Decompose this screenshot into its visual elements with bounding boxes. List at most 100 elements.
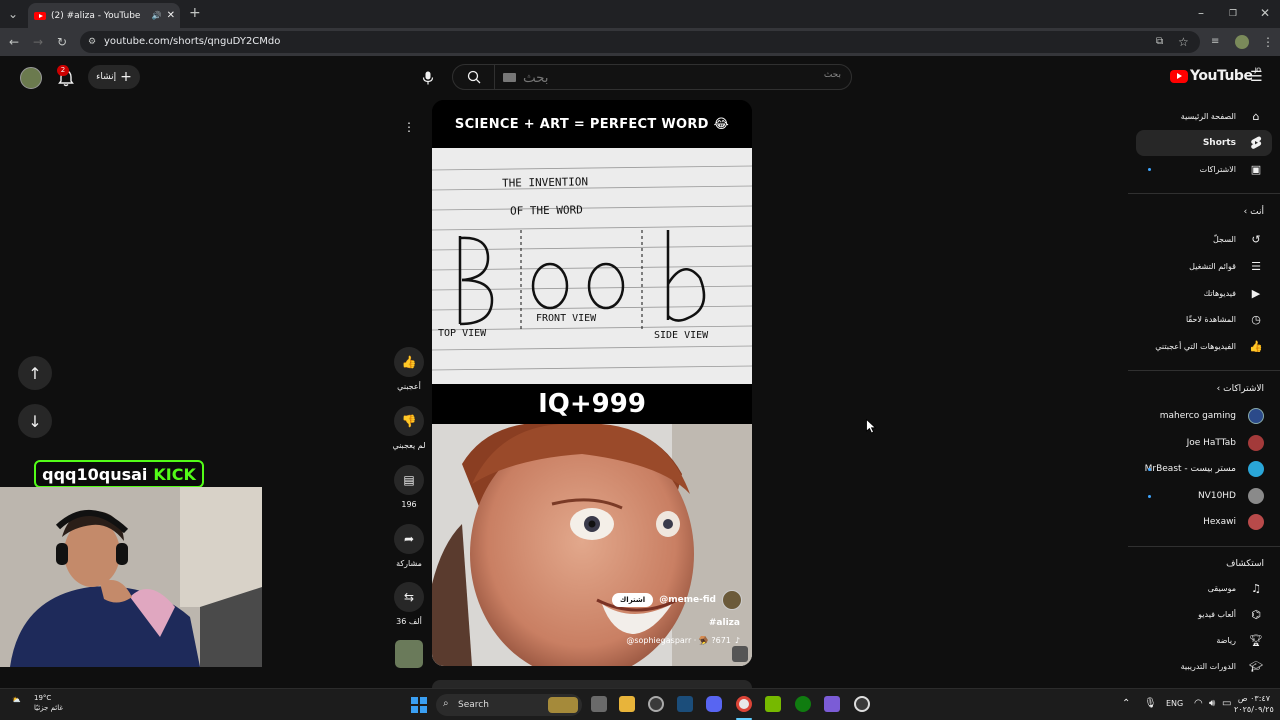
shorts-icon	[1248, 135, 1264, 151]
start-icon-tile	[411, 706, 418, 713]
you-section-header[interactable]: ‹ أنت	[1136, 207, 1264, 217]
sound-remix-thumbnail[interactable]	[395, 640, 423, 668]
obs-icon[interactable]	[648, 696, 664, 712]
tray-mic-icon[interactable]: 🎙︎	[1144, 698, 1157, 709]
new-tab-icon[interactable]: +	[189, 6, 201, 20]
share-button[interactable]: ➦	[394, 524, 424, 554]
taskbar-search[interactable]: ⌕ Search	[436, 694, 582, 716]
bookmark-star-icon[interactable]: ☆	[1178, 35, 1189, 49]
previous-short-button[interactable]: ↑	[18, 356, 52, 390]
minimize-icon[interactable]: –	[1198, 6, 1204, 20]
like-button[interactable]: 👍	[394, 347, 424, 377]
weather-cloud-icon: ⛅	[12, 696, 21, 704]
notification-badge: 2	[57, 65, 69, 76]
url-text: youtube.com/shorts/qnguDY2CMdo	[104, 36, 281, 47]
notifications-button[interactable]: 2	[56, 65, 76, 88]
volume-icon[interactable]: 🔊︎	[1209, 698, 1215, 709]
language-indicator[interactable]: ENG	[1166, 699, 1183, 708]
sidebar-item-playlists[interactable]: قوائم التشغيل ☰	[1136, 253, 1272, 279]
keyboard-icon[interactable]	[503, 73, 516, 82]
tab-audio-icon[interactable]: 🔊	[152, 11, 162, 20]
next-short-button[interactable]: ↓	[18, 404, 52, 438]
sidebar-item-sports[interactable]: رياضة 🏆︎	[1136, 627, 1272, 653]
dislike-button[interactable]: 👎	[394, 406, 424, 436]
sidebar-item-watch-later[interactable]: المشاهدة لاحقًا ◷	[1136, 306, 1272, 332]
subscribe-button[interactable]: اشتراك	[611, 593, 654, 607]
subscription-item[interactable]: Joe HaTTab	[1136, 430, 1272, 456]
app-icon[interactable]	[854, 696, 870, 712]
battery-icon[interactable]: ▭	[1222, 698, 1231, 709]
short-video-player[interactable]: SCIENCE + ART = PERFECT WORD 😂 THE INVEN…	[432, 100, 752, 666]
next-short-preview	[432, 680, 752, 688]
sidebar-item-history[interactable]: السجلّ ↺	[1136, 226, 1272, 252]
task-view-icon[interactable]	[591, 696, 607, 712]
sidebar-item-subscriptions[interactable]: الاشتراكات ▣	[1136, 156, 1272, 182]
create-button[interactable]: إنشاء +	[88, 65, 140, 89]
back-icon[interactable]: ←	[9, 35, 19, 49]
channel-row: اشتراك @meme-fid	[611, 590, 742, 610]
window-close-icon[interactable]: ✕	[1260, 6, 1270, 20]
guide-menu-icon[interactable]: ☰	[1250, 70, 1263, 84]
hashtag-link[interactable]: #aliza	[709, 618, 740, 628]
account-avatar[interactable]	[20, 67, 42, 89]
system-clock[interactable]: ٠٣:٤٧ ص ٢٠٢٥/٠٩/٢٥	[1234, 693, 1274, 715]
sidebar-item-label: الفيديوهات التي أعجبتني	[1155, 341, 1236, 351]
tab-search-icon[interactable]: ⌄	[8, 7, 18, 21]
sidebar-item-your-videos[interactable]: فيديوهاتك ▶	[1136, 280, 1272, 306]
taskbar-search-label: Search	[458, 700, 489, 710]
more-options-button[interactable]: ⋮	[394, 112, 424, 142]
channel-avatar[interactable]	[722, 590, 742, 610]
temperature: 19°C	[34, 694, 52, 702]
subscription-item[interactable]: maherco gaming	[1136, 403, 1272, 429]
sidebar-item-courses[interactable]: الدورات التدريبية 🎓︎	[1136, 653, 1272, 679]
channel-handle[interactable]: @meme-fid	[659, 595, 716, 605]
browser-tab[interactable]: (2) #aliza - YouTube 🔊 ✕	[28, 3, 180, 28]
clock-date: ٢٠٢٥/٠٩/٢٥	[1234, 705, 1274, 714]
nvidia-icon[interactable]	[765, 696, 781, 712]
forward-icon[interactable]: →	[33, 35, 43, 49]
search-input[interactable]	[523, 68, 773, 86]
profile-avatar[interactable]	[1235, 35, 1249, 49]
sidebar-item-home[interactable]: الصفحة الرئيسية ⌂	[1136, 103, 1272, 129]
media-control-icon[interactable]: ≡	[1211, 35, 1219, 49]
steam-icon[interactable]	[677, 696, 693, 712]
restore-icon[interactable]: ❐	[1229, 7, 1237, 21]
file-explorer-icon[interactable]	[619, 696, 635, 712]
browser-tab-bar: ⌄ (2) #aliza - YouTube 🔊 ✕ + – ❐ ✕	[0, 0, 1280, 28]
search-button[interactable]	[453, 65, 495, 89]
reload-icon[interactable]: ↻	[57, 35, 67, 49]
video-editor-icon[interactable]	[824, 696, 840, 712]
sidebar-item-shorts[interactable]: Shorts	[1136, 130, 1272, 156]
search-box[interactable]: بحث	[452, 64, 852, 90]
sidebar-item-label: الصفحة الرئيسية	[1180, 111, 1236, 121]
sound-link[interactable]: @sophiegasparr · 🪤 ?671 ♪	[626, 636, 740, 645]
sidebar-item-liked-videos[interactable]: الفيديوهات التي أعجبتني 👍	[1136, 333, 1272, 359]
subscriptions-section-header[interactable]: ‹ الاشتراكات	[1136, 384, 1264, 394]
chrome-icon[interactable]	[736, 696, 752, 712]
browser-menu-icon[interactable]: ⋮	[1262, 35, 1274, 49]
wifi-icon[interactable]: ◠	[1194, 698, 1203, 709]
sidebar-item-music[interactable]: موسيقى ♫	[1136, 575, 1272, 601]
subscription-item[interactable]: MrBeast - مستر بيست	[1136, 456, 1272, 482]
youtube-logo[interactable]: YouTube JO	[1170, 67, 1261, 84]
sidebar-item-gaming[interactable]: ألعاب فيديو ⌬	[1136, 601, 1272, 627]
tray-expand-icon[interactable]: ⌃	[1122, 698, 1130, 709]
weather-text: غائم جزئيًا	[34, 704, 64, 712]
explore-section-header: استكشاف	[1136, 559, 1264, 569]
site-info-icon[interactable]: ⚙	[88, 35, 96, 49]
xbox-icon[interactable]	[795, 696, 811, 712]
webcam-overlay	[0, 487, 262, 667]
subscription-item[interactable]: Hexawi	[1136, 509, 1272, 535]
install-app-icon[interactable]: ⧉	[1156, 35, 1163, 49]
address-bar[interactable]: ⚙ youtube.com/shorts/qnguDY2CMdo	[80, 31, 1200, 53]
tab-close-icon[interactable]: ✕	[167, 10, 180, 21]
remix-button[interactable]: ⇆	[394, 582, 424, 612]
comments-count: 196	[401, 500, 417, 509]
voice-search-button[interactable]	[415, 65, 441, 91]
sound-thumbnail[interactable]	[732, 646, 748, 662]
more-vert-icon: ⋮	[403, 120, 415, 134]
subscription-item[interactable]: NV10HD	[1136, 483, 1272, 509]
discord-icon[interactable]	[706, 696, 722, 712]
windows-start-button[interactable]	[411, 697, 427, 713]
comments-button[interactable]: ▤	[394, 465, 424, 495]
